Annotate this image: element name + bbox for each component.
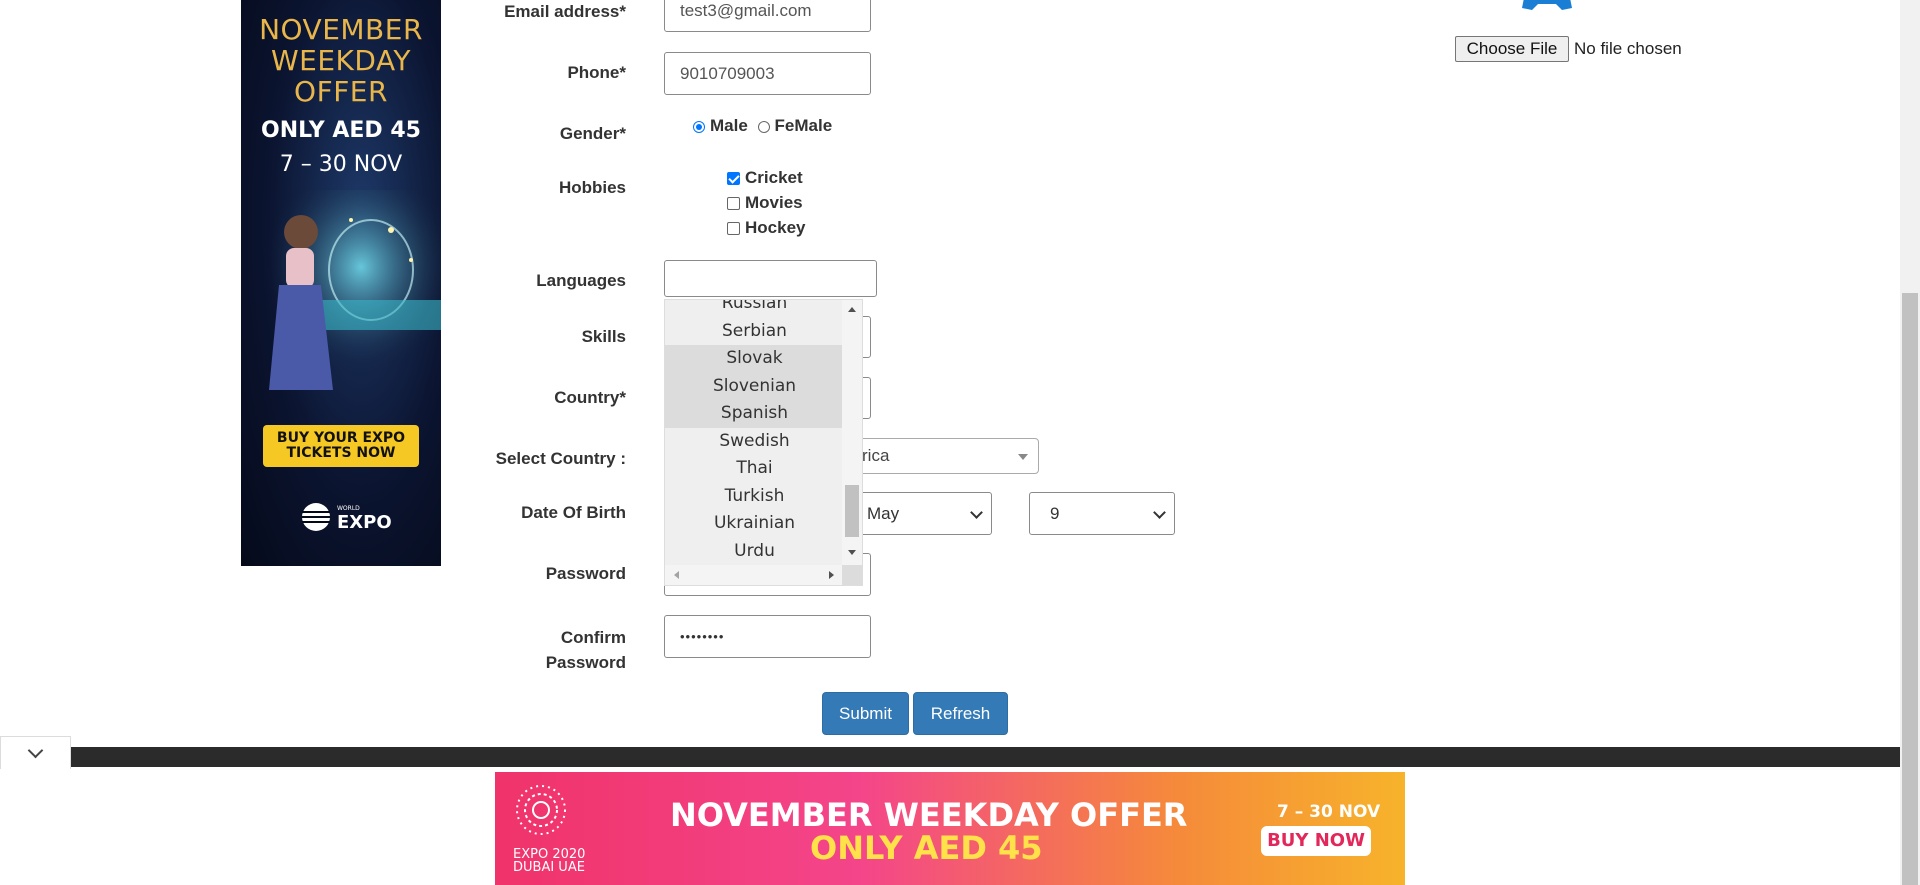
expo-2020-logo: EXPO 2020 DUBAI UAE (511, 780, 601, 880)
language-option[interactable]: Thai (665, 455, 844, 483)
gender-male-radio[interactable] (693, 120, 705, 133)
languages-input[interactable] (664, 260, 877, 297)
chevron-down-icon (970, 505, 983, 519)
hobby-cricket-checkbox[interactable] (727, 172, 740, 186)
phone-label: Phone* (567, 63, 626, 82)
ad-price: ONLY AED 45 (261, 118, 421, 143)
confirm-password-label: Confirm Password (426, 625, 626, 675)
gender-radio-group: Male FeMale (693, 116, 832, 136)
hobby-cricket-label: Cricket (745, 168, 803, 187)
expo-logo: WORLD EXPO (301, 502, 392, 538)
select-country-value: rica (862, 446, 890, 465)
submit-button[interactable]: Submit (822, 692, 909, 735)
languages-horizontal-scrollbar[interactable] (665, 565, 862, 585)
scrollbar-corner (842, 565, 862, 585)
language-option[interactable]: Urdu (665, 538, 844, 566)
bottom-ad-dates: 7 – 30 NOV (1277, 802, 1381, 822)
language-option[interactable]: Spanish (665, 400, 844, 428)
bottom-ad-price: ONLY AED 45 (810, 829, 1043, 867)
languages-vertical-scrollbar[interactable] (842, 300, 862, 566)
bottom-ad-banner[interactable]: EXPO 2020 DUBAI UAE NOVEMBER WEEKDAY OFF… (495, 772, 1405, 885)
logo-line: DUBAI UAE (513, 860, 585, 875)
ad-title-line: WEEKDAY (270, 44, 412, 77)
gender-female-label: FeMale (774, 116, 833, 135)
language-option[interactable]: Ukrainian (665, 510, 844, 538)
choose-file-button[interactable]: Choose File (1455, 36, 1569, 62)
hobby-movies-checkbox[interactable] (727, 197, 740, 211)
dob-month-value: May (867, 503, 900, 523)
dob-day-value: 9 (1050, 503, 1060, 523)
dob-day-select[interactable]: 9 (1029, 492, 1175, 535)
file-status-text: No file chosen (1574, 39, 1682, 58)
hobby-hockey-checkbox[interactable] (727, 222, 740, 236)
confirm-password-label-line: Password (545, 653, 626, 672)
scroll-down-arrow-icon[interactable] (848, 550, 856, 555)
ad-cta-line: BUY YOUR EXPO (276, 430, 406, 446)
ad-buy-tickets-button[interactable]: BUY YOUR EXPO TICKETS NOW (263, 425, 419, 467)
language-option[interactable]: Turkish (665, 483, 844, 511)
ad-cta-line: TICKETS NOW (286, 445, 396, 461)
ad-scene-image (241, 190, 441, 410)
hobby-movies-label: Movies (745, 193, 803, 212)
scroll-right-arrow-icon[interactable] (829, 571, 834, 579)
gender-male-label: Male (710, 116, 748, 135)
confirm-password-field[interactable]: •••••••• (664, 615, 871, 658)
scroll-left-arrow-icon[interactable] (674, 571, 679, 579)
phone-value: 9010709003 (680, 63, 775, 83)
language-option[interactable]: Serbian (665, 318, 844, 346)
dob-label: Date Of Birth (521, 503, 626, 522)
chevron-down-icon (27, 742, 44, 759)
dropdown-triangle-icon (1018, 454, 1028, 460)
upload-gear-icon (1522, 0, 1572, 10)
country-label: Country* (554, 388, 626, 407)
globe-icon (302, 503, 330, 531)
buy-now-button[interactable]: BUY NOW (1261, 826, 1371, 856)
hobbies-label: Hobbies (558, 178, 626, 197)
dob-month-select[interactable]: May (858, 492, 992, 535)
footer-bar (71, 747, 1900, 767)
collapse-ad-button[interactable] (0, 736, 71, 769)
scrollbar-thumb[interactable] (845, 485, 859, 537)
confirm-password-value: •••••••• (680, 629, 725, 644)
ad-title: NOVEMBER WEEKDAY OFFER (241, 14, 441, 107)
gender-female-radio[interactable] (757, 120, 770, 133)
skills-label: Skills (581, 327, 626, 346)
confirm-password-label-line: Confirm (560, 628, 626, 647)
select-country-label: Select Country : (495, 449, 626, 468)
page: NOVEMBER WEEKDAY OFFER ONLY AED 45 7 – 3… (0, 0, 1920, 885)
logo-text: EXPO (337, 512, 392, 533)
gender-label: Gender* (559, 124, 626, 143)
email-value: test3@gmail.com (680, 1, 812, 20)
email-label: Email address* (504, 2, 626, 21)
ad-title-line: OFFER (294, 75, 388, 108)
email-field[interactable]: test3@gmail.com (664, 0, 871, 32)
chevron-down-icon (1153, 505, 1166, 519)
hobby-hockey-label: Hockey (745, 218, 806, 237)
language-option[interactable]: Swedish (665, 428, 844, 456)
ad-dates: 7 – 30 NOV (279, 152, 403, 177)
language-option[interactable]: Russian (665, 300, 844, 318)
expo-flower-icon (516, 785, 566, 835)
language-option[interactable]: Slovak (665, 345, 844, 373)
ad-title-line: NOVEMBER (259, 13, 423, 46)
languages-dropdown-list[interactable]: Russian Serbian Slovak Slovenian Spanish… (664, 299, 863, 586)
language-option[interactable]: Slovenian (665, 372, 844, 400)
hobbies-checkbox-group: Cricket Movies Hockey (727, 165, 805, 240)
password-label: Password (545, 564, 626, 583)
languages-label: Languages (536, 271, 626, 290)
scroll-up-arrow-icon[interactable] (848, 307, 856, 312)
phone-field[interactable]: 9010709003 (664, 52, 871, 95)
vertical-ad-banner[interactable]: NOVEMBER WEEKDAY OFFER ONLY AED 45 7 – 3… (241, 0, 441, 566)
page-scrollbar-thumb[interactable] (1902, 293, 1918, 885)
refresh-button[interactable]: Refresh (913, 692, 1008, 735)
